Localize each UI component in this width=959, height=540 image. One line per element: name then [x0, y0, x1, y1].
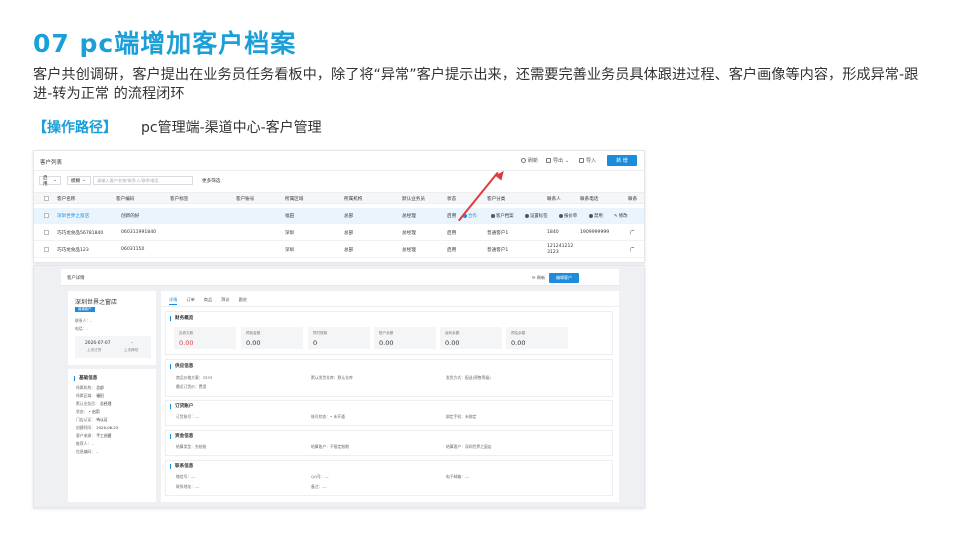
list-title: 客户列表 [40, 160, 63, 166]
col-account: 客户账号 [236, 197, 255, 202]
col-status: 状态 [447, 197, 457, 202]
tab-visits[interactable]: 拜访 [221, 297, 229, 305]
order-account-block: 订货账户 订货账号：--- 账号状态：• 未开通 绑定手机：未绑定 [165, 400, 613, 426]
table-row[interactable]: 深圳世界之窗店 创新的好 福田 总部 总经理 启用 合作 客户档案 设置标签 报… [34, 208, 644, 224]
customer-profile-action[interactable]: 客户档案 [491, 213, 514, 219]
col-code: 客户编码 [116, 197, 135, 202]
tab-details[interactable]: 详情 [169, 297, 178, 305]
slide: 07 pc端增加客户档案 客户共创调研，客户提出在业务员任务看板中，除了将“异常… [0, 0, 959, 540]
col-org: 所属机构 [344, 197, 363, 202]
edit-action[interactable]: ✎ 修改 [614, 213, 627, 220]
finance-box: 账户余额 0.00 [374, 327, 436, 349]
supply-info-block: 供应信息 商品价格方案：3333 默认发货仓库：默认仓库 发货方式：配送(预售等… [165, 359, 613, 397]
profile-phone: 电话：- [75, 326, 88, 331]
basic-info-card: 基础信息 所属机构： 总部 所属区域： 福田 默认业务员： 总经理 状态： • … [68, 369, 156, 502]
profile-icon [491, 214, 495, 218]
finance-box: 返利余额 0.00 [440, 327, 502, 349]
finance-box: 预付账款 0 [308, 327, 370, 349]
select-all-checkbox[interactable] [44, 196, 49, 201]
tab-products[interactable]: 商品 [204, 297, 212, 305]
profile-card: 深圳世界之窗店 普通客户 联系人：- 电话：- 2026-07-07 上次订货 … [68, 291, 156, 365]
export-button[interactable]: 导出 ⌄ [546, 157, 569, 164]
col-phone: 联系电话 [580, 197, 599, 202]
detail-main-card: 详情 订单 商品 拜访 跟进 财务概览 应收欠款 0.00 预收金额 0.00 预付… [161, 291, 619, 502]
table-row[interactable]: 巧巧龙食品123 06031150 深圳 总部 总经理 启用 普通客户1 121… [34, 242, 644, 258]
profile-stats: 2026-07-07 上次订货 - 上次拜访 [75, 336, 151, 358]
finance-box: 预收金额 0.00 [241, 327, 303, 349]
finance-box: 应收欠款 0.00 [174, 327, 236, 349]
customer-name-link[interactable]: 深圳世界之窗店 [57, 213, 89, 219]
customer-tag-badge: 普通客户 [75, 307, 95, 312]
status-select[interactable]: 启用 ⌄ [39, 176, 61, 187]
quotation-action[interactable]: 报价单 [559, 213, 577, 219]
customer-detail-panel: 客户详情 ⟳ 刷新 编辑客户 深圳世界之窗店 普通客户 联系人：- 电话：- 2… [33, 265, 645, 508]
profile-contact: 联系人：- [75, 318, 92, 323]
col-extra: 联系 [628, 197, 638, 202]
tag-icon [525, 214, 529, 218]
tab-orders[interactable]: 订单 [186, 297, 194, 305]
edit-customer-button[interactable]: 编辑客户 [549, 273, 579, 283]
operation-path-label: 【操作路径】 [33, 120, 117, 136]
col-name: 客户名称 [57, 197, 76, 202]
contact-info-block: 联系信息 微信号：--- QQ号：--- 电子邮箱：--- 联系地址：--- 备… [165, 460, 613, 496]
import-icon [579, 158, 584, 163]
col-salesman: 默认业务员 [402, 197, 425, 202]
row-checkbox[interactable] [44, 247, 49, 252]
refresh-button[interactable]: 刷新 [521, 157, 538, 164]
new-customer-button[interactable]: 新 增 [607, 155, 637, 166]
chevron-down-icon: ⌄ [53, 178, 57, 183]
disable-icon [589, 214, 593, 218]
refresh-icon [521, 158, 526, 163]
operation-path-value: pc管理端-渠道中心-客户管理 [141, 120, 322, 136]
detail-tabs: 详情 订单 商品 拜访 跟进 [169, 297, 247, 305]
search-input[interactable]: 请输入客户名称/联系人/联系电话 [93, 176, 193, 185]
slide-description: 客户共创调研，客户提出在业务员任务看板中，除了将“异常”客户提示出来，还需要完善… [33, 67, 919, 102]
detail-title: 客户详情 [67, 276, 85, 281]
col-region: 所属区域 [285, 197, 304, 202]
profile-name: 深圳世界之窗店 [75, 299, 118, 306]
pencil-icon: ✎ [614, 213, 618, 219]
customer-list-panel: 客户列表 刷新 导出 ⌄ 导入 新 增 启用 ⌄ 模糊 ⌄ 请输入客户名称/联系人/联… [33, 150, 645, 263]
import-button[interactable]: 导入 [579, 157, 596, 164]
customer-name-cell[interactable]: 巧巧龙食品123 [57, 247, 89, 253]
set-tag-action[interactable]: 设置标签 [525, 213, 548, 219]
basic-info-title: 基础信息 [74, 376, 97, 381]
row-checkbox[interactable] [44, 230, 49, 235]
cooperate-action[interactable]: 合作 [463, 213, 477, 219]
row-checkbox[interactable] [44, 213, 49, 218]
tab-followup[interactable]: 跟进 [239, 297, 247, 305]
quotation-icon [559, 214, 563, 218]
list-header: 客户列表 刷新 导出 ⌄ 导入 新 增 [34, 151, 644, 171]
detail-header: 客户详情 ⟳ 刷新 编辑客户 [61, 269, 619, 286]
finance-overview-block: 财务概览 应收欠款 0.00 预收金额 0.00 预付账款 0 账户余额 0.00 返利… [165, 311, 613, 355]
table-row[interactable]: 巧巧龙食品56781840 060311991840 深圳 总部 总经理 启用 … [34, 225, 644, 241]
slide-title: 07 pc端增加客户档案 [33, 29, 297, 58]
detail-refresh-button[interactable]: ⟳ 刷新 [532, 275, 545, 281]
table-header: 客户名称 客户编码 客户标签 客户账号 所属区域 所属机构 默认业务员 状态 客… [34, 192, 644, 204]
col-tag: 客户标签 [170, 197, 189, 202]
finance-box: 预估余额 0.00 [506, 327, 568, 349]
export-icon [546, 158, 551, 163]
customer-name-cell[interactable]: 巧巧龙食品56781840 [57, 230, 103, 236]
disable-action[interactable]: 禁用 [589, 213, 603, 219]
match-select[interactable]: 模糊 ⌄ [67, 176, 91, 185]
filter-row: 启用 ⌄ 模糊 ⌄ 请输入客户名称/联系人/联系电话 更多筛选 [34, 173, 644, 187]
col-contact: 联系人 [547, 197, 561, 202]
col-category: 客户分类 [487, 197, 506, 202]
more-filter-link[interactable]: 更多筛选 [202, 178, 220, 184]
chevron-down-icon: ⌄ [82, 178, 87, 183]
funds-info-block: 资金信息 结算类型：先结账 结算账户：不限定账期 结算客户：深圳世界之窗店 [165, 430, 613, 456]
